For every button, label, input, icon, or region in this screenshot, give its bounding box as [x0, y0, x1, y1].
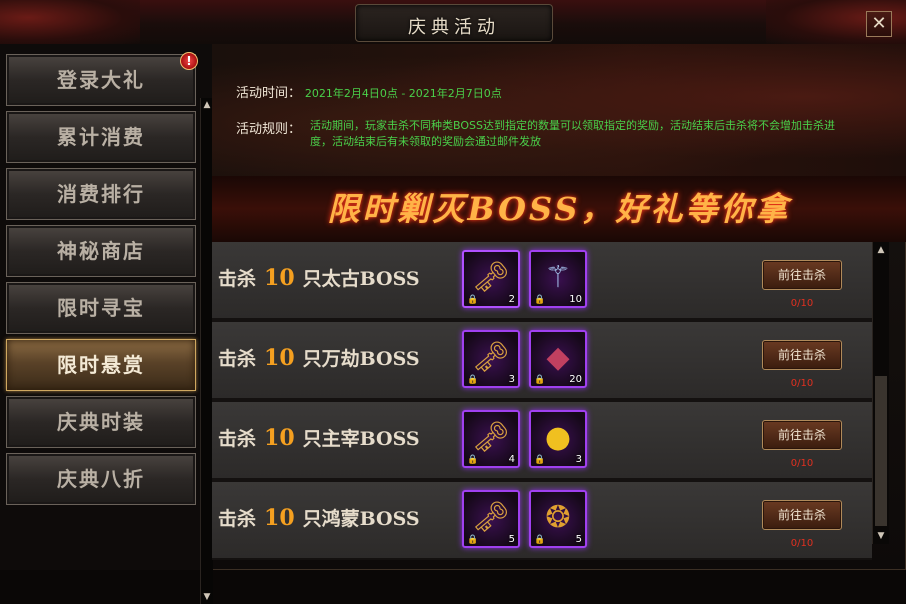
key-icon: 🗝 — [471, 420, 511, 455]
lock-icon: 🔒 — [534, 535, 546, 545]
lock-icon: 🔒 — [467, 375, 479, 385]
go-kill-button[interactable]: 前往击杀 — [762, 260, 842, 290]
window-title: 庆典活动 — [408, 17, 500, 38]
item-qty: 3 — [575, 454, 582, 465]
item-qty: 5 — [575, 534, 582, 545]
reward-row: 击杀 10 只鸿蒙BOSS 🗝 🔒 5 ❂ 🔒 5 前往击杀 0/10 — [212, 482, 872, 560]
rules-value: 活动期间，玩家击杀不同种类BOSS达到指定的数量可以领取指定的奖励，活动结束后击… — [310, 119, 835, 148]
row-title: 击杀 10 只主宰BOSS — [218, 424, 420, 451]
sidebar-item-bounty[interactable]: 限时悬赏 — [6, 339, 196, 391]
reward-item-gem[interactable]: ❂ 🔒 5 — [529, 490, 587, 548]
orb-icon: ● — [544, 420, 572, 455]
close-button[interactable]: ✕ — [866, 11, 892, 37]
scroll-up-icon[interactable]: ▲ — [202, 100, 212, 110]
kill-progress: 0/10 — [790, 538, 814, 549]
row-suffix: 只万劫BOSS — [302, 348, 420, 370]
item-qty: 4 — [508, 454, 515, 465]
reward-row: 击杀 10 只太古BOSS 🗝 🔒 2 ⚚ 🔒 10 前往击杀 0/10 — [212, 242, 872, 322]
scroll-thumb[interactable] — [875, 376, 887, 526]
row-title: 击杀 10 只鸿蒙BOSS — [218, 504, 420, 531]
lock-icon: 🔒 — [534, 455, 546, 465]
activity-time: 活动时间： 2021年2月4日0点 - 2021年2月7日0点 — [236, 82, 502, 101]
row-suffix: 只太古BOSS — [302, 268, 420, 290]
crystal-icon: ◆ — [546, 340, 570, 375]
sidebar: 登录大礼 ! 累计消费 消费排行 神秘商店 限时寻宝 限时悬赏 庆典时装 庆典八… — [0, 44, 213, 604]
lock-icon: 🔒 — [467, 535, 479, 545]
key-icon: 🗝 — [471, 260, 511, 295]
close-icon: ✕ — [871, 13, 887, 34]
kill-progress: 0/10 — [790, 458, 814, 469]
reward-list: 击杀 10 只太古BOSS 🗝 🔒 2 ⚚ 🔒 10 前往击杀 0/10 击杀 10 只… — [212, 242, 872, 560]
row-prefix: 击杀 — [218, 268, 257, 290]
scroll-up-icon[interactable]: ▲ — [876, 245, 886, 255]
kill-progress: 0/10 — [790, 298, 814, 309]
row-prefix: 击杀 — [218, 348, 257, 370]
alert-icon: ! — [180, 52, 198, 70]
go-kill-button[interactable]: 前往击杀 — [762, 340, 842, 370]
lock-icon: 🔒 — [467, 455, 479, 465]
kill-progress: 0/10 — [790, 378, 814, 389]
key-icon: 🗝 — [471, 340, 511, 375]
sidebar-item-discount[interactable]: 庆典八折 — [6, 453, 196, 505]
lock-icon: 🔒 — [467, 295, 479, 305]
lock-icon: 🔒 — [534, 295, 546, 305]
row-suffix: 只鸿蒙BOSS — [302, 508, 420, 530]
row-prefix: 击杀 — [218, 428, 257, 450]
staff-icon: ⚚ — [544, 260, 572, 295]
time-value: 2021年2月4日0点 - 2021年2月7日0点 — [304, 87, 502, 100]
reward-item-crystal[interactable]: ◆ 🔒 20 — [529, 330, 587, 388]
activity-banner: 活动时间： 2021年2月4日0点 - 2021年2月7日0点 活动规则： 活动… — [212, 44, 906, 176]
scroll-down-icon[interactable]: ▼ — [202, 592, 212, 602]
go-kill-button[interactable]: 前往击杀 — [762, 500, 842, 530]
reward-row: 击杀 10 只万劫BOSS 🗝 🔒 3 ◆ 🔒 20 前往击杀 0/10 — [212, 322, 872, 402]
row-suffix: 只主宰BOSS — [302, 428, 420, 450]
reward-item-key[interactable]: 🗝 🔒 5 — [462, 490, 520, 548]
row-count: 10 — [264, 425, 295, 451]
activity-window: 庆典活动 ✕ 登录大礼 ! 累计消费 消费排行 神秘商店 限时寻宝 限时悬赏 庆… — [0, 0, 906, 604]
row-prefix: 击杀 — [218, 508, 257, 530]
row-title: 击杀 10 只太古BOSS — [218, 264, 420, 291]
scroll-down-icon[interactable]: ▼ — [876, 531, 886, 541]
title-bar: 庆典活动 ✕ — [0, 0, 906, 45]
item-qty: 20 — [569, 374, 582, 385]
sidebar-item-costume[interactable]: 庆典时装 — [6, 396, 196, 448]
title-ornament-left — [0, 0, 140, 44]
gem-icon: ❂ — [545, 500, 571, 535]
key-icon: 🗝 — [471, 500, 511, 535]
title-plate: 庆典活动 — [355, 4, 553, 42]
sidebar-item-cumulative-spend[interactable]: 累计消费 — [6, 111, 196, 163]
time-label: 活动时间： — [236, 86, 302, 101]
reward-row: 击杀 10 只主宰BOSS 🗝 🔒 4 ● 🔒 3 前往击杀 0/10 — [212, 402, 872, 482]
headline-banner: 限时剿灭BOSS，好礼等你拿 — [212, 176, 906, 242]
headline-text: 限时剿灭BOSS，好礼等你拿 — [327, 190, 791, 228]
lock-icon: 🔒 — [534, 375, 546, 385]
reward-list-scrollbar[interactable]: ▲ ▼ — [872, 242, 889, 544]
item-qty: 3 — [508, 374, 515, 385]
rules-label-wrap: 活动规则： — [236, 118, 301, 137]
go-kill-button[interactable]: 前往击杀 — [762, 420, 842, 450]
row-count: 10 — [264, 265, 295, 291]
item-qty: 5 — [508, 534, 515, 545]
rules-label: 活动规则： — [236, 122, 302, 137]
reward-item-key[interactable]: 🗝 🔒 4 — [462, 410, 520, 468]
sidebar-item-login-gift[interactable]: 登录大礼 — [6, 54, 196, 106]
reward-item-staff[interactable]: ⚚ 🔒 10 — [529, 250, 587, 308]
reward-item-orb[interactable]: ● 🔒 3 — [529, 410, 587, 468]
reward-item-key[interactable]: 🗝 🔒 2 — [462, 250, 520, 308]
row-count: 10 — [264, 505, 295, 531]
sidebar-item-spend-ranking[interactable]: 消费排行 — [6, 168, 196, 220]
item-qty: 2 — [508, 294, 515, 305]
row-count: 10 — [264, 345, 295, 371]
sidebar-item-treasure-hunt[interactable]: 限时寻宝 — [6, 282, 196, 334]
item-qty: 10 — [569, 294, 582, 305]
row-title: 击杀 10 只万劫BOSS — [218, 344, 420, 371]
reward-item-key[interactable]: 🗝 🔒 3 — [462, 330, 520, 388]
sidebar-item-mystery-shop[interactable]: 神秘商店 — [6, 225, 196, 277]
